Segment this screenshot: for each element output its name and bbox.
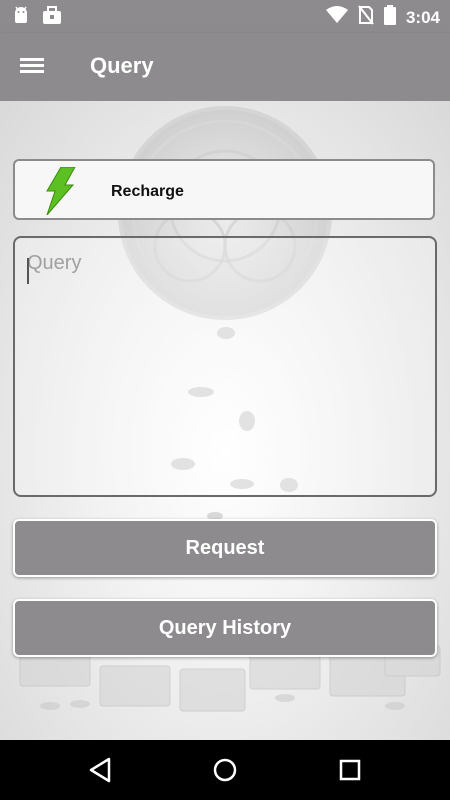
navigation-bar [0,740,450,800]
battery-icon [383,5,396,30]
query-history-button[interactable]: Query History [13,599,437,657]
recents-icon[interactable] [338,757,362,788]
briefcase-icon [42,6,62,31]
back-icon[interactable] [88,757,112,788]
menu-icon[interactable] [20,55,50,79]
wifi-icon [325,6,348,29]
status-time: 3:04 [405,7,440,27]
page-title: Query [90,53,154,78]
lightning-icon [43,166,77,220]
query-input[interactable] [25,248,429,492]
request-button[interactable]: Request [13,519,437,577]
recharge-label: Recharge [111,183,184,200]
app-bar: Query [0,33,450,101]
home-icon[interactable] [212,757,238,788]
status-bar: 3:04 [0,0,450,33]
android-icon [12,6,30,31]
text-cursor [27,258,29,284]
no-sim-icon [358,5,374,30]
recharge-button[interactable]: Recharge [13,159,435,220]
query-field-container [13,236,437,497]
main-content: Recharge Request Query History [0,101,450,740]
